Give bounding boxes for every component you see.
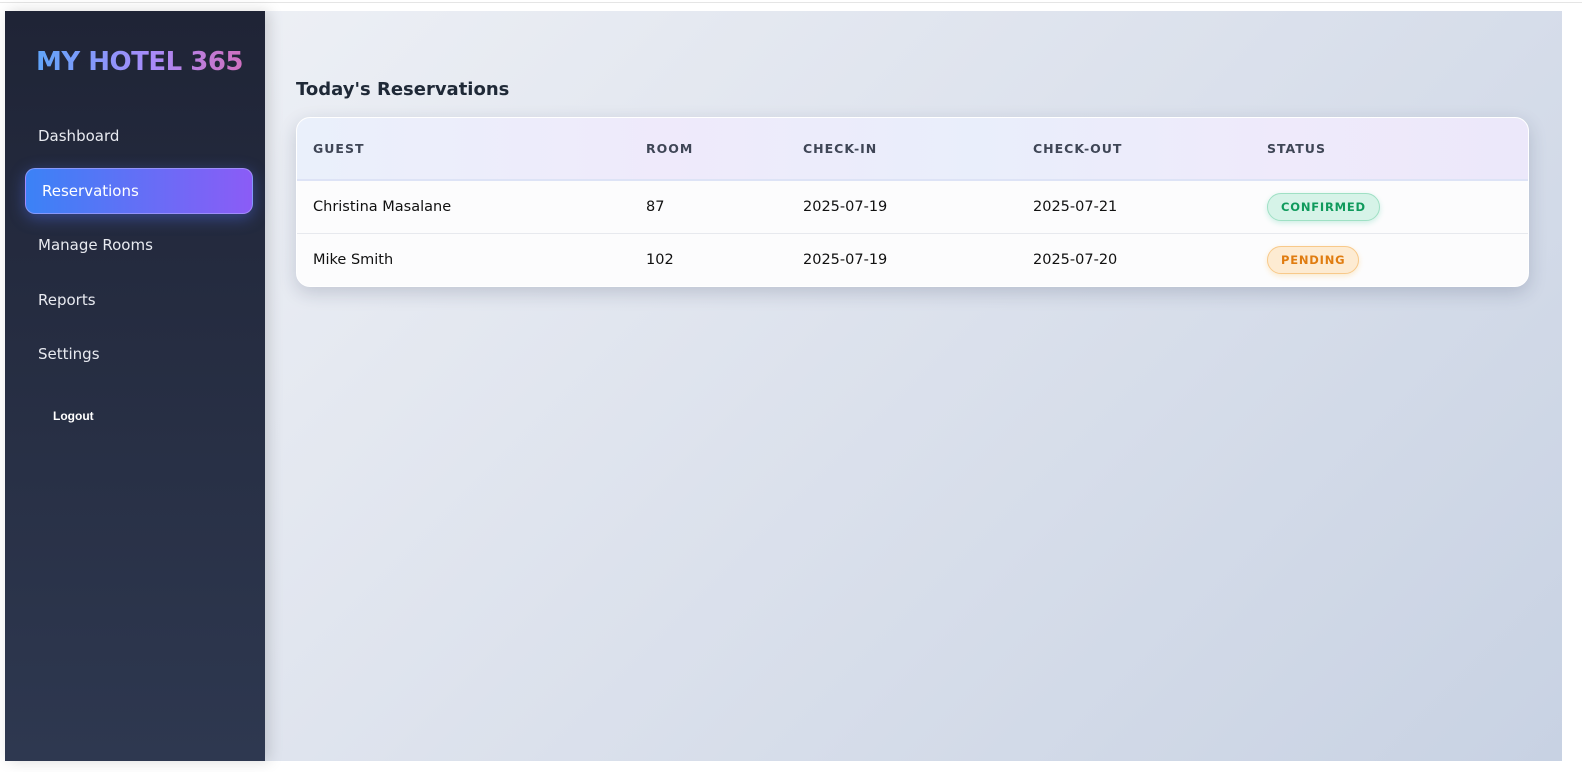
check-in-cell: 2025-07-19: [787, 180, 1017, 234]
column-header-guest: GUEST: [313, 141, 365, 156]
column-header-room: ROOM: [646, 141, 694, 156]
sidebar: MY HOTEL 365 Dashboard Reservations Mana…: [5, 11, 265, 761]
main-content: Today's Reservations GUEST ROOM CHECK-IN…: [265, 11, 1562, 761]
table-row: Christina Masalane 87 2025-07-19 2025-07…: [297, 180, 1528, 234]
sidebar-item-manage-rooms[interactable]: Manage Rooms: [25, 222, 253, 268]
app: MY HOTEL 365 Dashboard Reservations Mana…: [5, 11, 1562, 761]
column-header-check-out: CHECK-OUT: [1033, 141, 1123, 156]
page-title: Today's Reservations: [296, 79, 510, 100]
status-cell: CONFIRMED: [1251, 180, 1528, 234]
app-logo: MY HOTEL 365: [36, 47, 244, 77]
table-header-row: GUEST ROOM CHECK-IN CHECK-OUT STATUS: [297, 118, 1528, 180]
guest-cell: Christina Masalane: [297, 180, 630, 234]
sidebar-nav: Dashboard Reservations Manage Rooms Repo…: [25, 113, 253, 386]
sidebar-item-reports[interactable]: Reports: [25, 277, 253, 323]
guest-cell: Mike Smith: [313, 251, 394, 268]
room-cell: 87: [630, 180, 787, 234]
table-row: Mike Smith 102 2025-07-19 2025-07-20 PEN…: [297, 233, 1528, 286]
sidebar-item-dashboard[interactable]: Dashboard: [25, 113, 253, 159]
column-header-check-in: CHECK-IN: [803, 141, 878, 156]
room-cell: 102: [646, 251, 674, 268]
check-out-cell: 2025-07-21: [1017, 180, 1251, 234]
reservations-table-card: GUEST ROOM CHECK-IN CHECK-OUT STATUS Chr…: [296, 117, 1529, 287]
column-header-status: STATUS: [1267, 141, 1326, 156]
reservations-table: GUEST ROOM CHECK-IN CHECK-OUT STATUS Chr…: [297, 118, 1528, 286]
sidebar-item-settings[interactable]: Settings: [25, 331, 253, 377]
status-cell: PENDING: [1251, 233, 1528, 286]
logout-button[interactable]: Logout: [53, 409, 94, 423]
sidebar-item-reservations[interactable]: Reservations: [25, 167, 253, 214]
check-in-cell: 2025-07-19: [803, 251, 888, 268]
status-badge: PENDING: [1267, 245, 1360, 274]
window-top-border: [0, 2, 1582, 3]
check-out-cell: 2025-07-20: [1033, 251, 1118, 268]
status-badge: CONFIRMED: [1267, 192, 1380, 221]
